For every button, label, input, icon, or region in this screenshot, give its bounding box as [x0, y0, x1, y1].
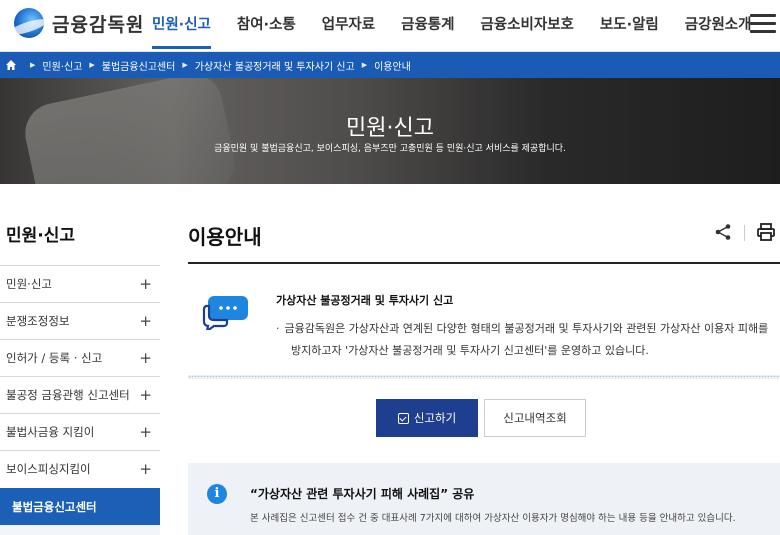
expand-icon[interactable]: +: [139, 312, 152, 330]
sidebar-item-licensing[interactable]: 인허가 / 등록 · 신고 +: [0, 339, 160, 376]
expand-icon[interactable]: +: [139, 386, 152, 404]
breadcrumb-separator: ▶: [361, 61, 368, 69]
logo-icon: [14, 8, 44, 38]
report-button-label: 신고하기: [413, 413, 457, 425]
expand-icon[interactable]: +: [139, 275, 152, 293]
breadcrumb: ▶ 민원·신고 ▶ 불법금융신고센터 ▶ 가상자산 불공정거래 및 투자사기 신…: [0, 52, 780, 78]
breadcrumb-separator: ▶: [30, 61, 36, 69]
breadcrumb-item[interactable]: 가상자산 불공정거래 및 투자사기 신고: [195, 58, 355, 73]
breadcrumb-separator: ▶: [182, 61, 188, 69]
hero-banner: 민원·신고 금융민원 및 불법금융신고, 보이스피싱, 음부즈만 고충민원 등 …: [0, 78, 780, 184]
page-title: 이용안내: [188, 225, 262, 249]
sidebar-item-label: 민원·신고: [6, 277, 52, 291]
sidebar-title: 민원·신고: [6, 226, 76, 246]
info-icon: i: [207, 484, 227, 504]
print-icon[interactable]: [756, 222, 776, 242]
sidebar-item-complaint[interactable]: 민원·신고 +: [0, 265, 160, 302]
hero-subtitle: 금융민원 및 불법금융신고, 보이스피싱, 음부즈만 고충민원 등 민원·신고 …: [214, 144, 566, 154]
expand-icon[interactable]: +: [139, 349, 152, 367]
notice-bullet: ·: [276, 322, 280, 335]
breadcrumb-item[interactable]: 불법금융신고센터: [102, 58, 176, 73]
info-body: 본 사례집은 신고센터 접수 건 중 대표사례 7가지에 대하여 가상자산 이용…: [250, 513, 736, 524]
expand-icon[interactable]: +: [139, 423, 152, 441]
breadcrumb-item[interactable]: 이용안내: [374, 58, 411, 73]
sidebar-item-illegal-finance-center[interactable]: 불법금융신고센터: [0, 488, 160, 525]
main-nav: 민원·신고 참여·소통 업무자료 금융통계 금융소비자보호 보도·알림 금강원소…: [152, 0, 777, 52]
nav-item-consumer-protection[interactable]: 금융소비자보호: [481, 0, 574, 52]
toolbar-divider: [744, 225, 745, 241]
breadcrumb-separator: ▶: [89, 61, 95, 69]
sidebar-item-label: 불법금융신고센터: [12, 499, 97, 514]
notice-body: · 금융감독원은 가상자산과 연계된 다양한 형태의 불공정거래 및 투자사기와 …: [276, 318, 778, 362]
report-button[interactable]: 신고하기: [376, 399, 478, 437]
report-history-button[interactable]: 신고내역조회: [484, 399, 586, 437]
title-divider: [188, 262, 780, 264]
hero-title: 민원·신고: [346, 116, 434, 141]
site-logo[interactable]: 금융감독원: [14, 8, 144, 38]
sidebar-item-label: 불법사금융 지킴이: [6, 425, 95, 439]
sidebar-item-illegal-lending[interactable]: 불법사금융 지킴이 +: [0, 413, 160, 450]
notice-line-1: 금융감독원은 가상자산과 연계된 다양한 형태의 불공정거래 및 투자사기와 관…: [284, 322, 769, 335]
sidebar-item-voice-phishing[interactable]: 보이스피싱지킴이 +: [0, 450, 160, 487]
notice-title: 가상자산 불공정거래 및 투자사기 신고: [276, 294, 454, 307]
menu-icon[interactable]: [750, 14, 776, 36]
sidebar-item-dispute[interactable]: 분쟁조정정보 +: [0, 302, 160, 339]
home-icon[interactable]: [5, 59, 17, 71]
dotted-divider: [188, 375, 780, 379]
breadcrumb-item[interactable]: 민원·신고: [42, 58, 82, 73]
nav-item-statistics[interactable]: 금융통계: [401, 0, 454, 52]
nav-item-press[interactable]: 보도·알림: [600, 0, 659, 52]
nav-item-complaint[interactable]: 민원·신고: [152, 0, 211, 52]
chat-bubble-icon: [202, 296, 248, 330]
info-box: i “가상자산 관련 투자사기 피해 사례집” 공유 본 사례집은 신고센터 접…: [188, 463, 780, 535]
notice-line-2: 방지하고자 '가상자산 불공정거래 및 투자사기 신고센터'를 운영하고 있습니…: [291, 344, 649, 357]
sidebar-item-label: 분쟁조정정보: [6, 314, 70, 328]
expand-icon[interactable]: +: [139, 460, 152, 478]
sidebar-item-unfair-practice[interactable]: 불공정 금융관행 신고센터 +: [0, 376, 160, 413]
nav-item-participation[interactable]: 참여·소통: [237, 0, 296, 52]
share-icon[interactable]: [714, 223, 732, 241]
site-header: 금융감독원 민원·신고 참여·소통 업무자료 금융통계 금융소비자보호 보도·알…: [0, 0, 780, 52]
calendar-check-icon: [397, 412, 409, 424]
nav-item-about[interactable]: 금강원소개: [685, 0, 752, 52]
sidebar-submenu: [0, 525, 160, 535]
logo-text: 금융감독원: [52, 13, 145, 36]
sidebar-item-label: 보이스피싱지킴이: [6, 462, 91, 476]
nav-item-work-data[interactable]: 업무자료: [322, 0, 375, 52]
sidebar-item-label: 불공정 금융관행 신고센터: [6, 388, 130, 402]
info-title[interactable]: “가상자산 관련 투자사기 피해 사례집” 공유: [250, 485, 474, 502]
sidebar-item-label: 인허가 / 등록 · 신고: [6, 351, 103, 365]
